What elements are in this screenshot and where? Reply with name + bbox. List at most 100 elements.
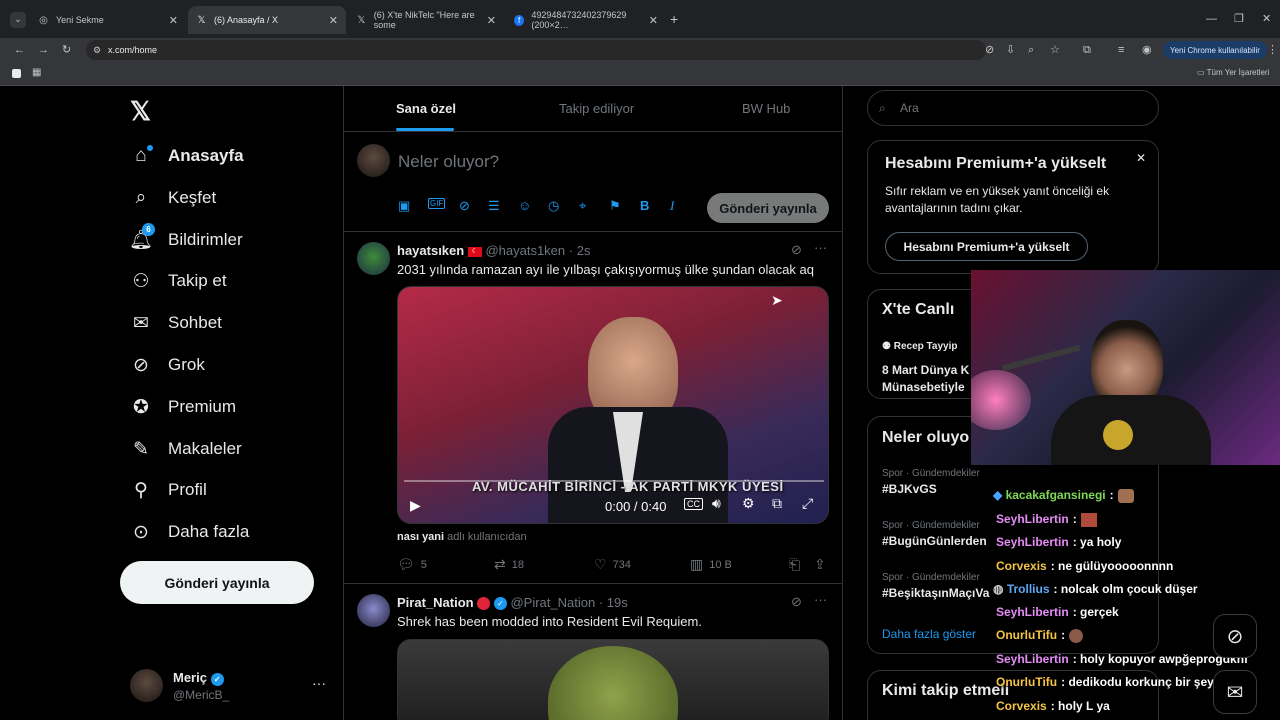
new-tab-icon[interactable]: +: [670, 12, 678, 26]
nav-follow[interactable]: ⚇ Takip et: [130, 266, 226, 296]
tab-x-home[interactable]: 𝕏 (6) Anasayfa / X ✕: [188, 6, 346, 34]
x-logo-icon[interactable]: 𝕏: [130, 96, 151, 127]
italic-icon[interactable]: I: [670, 198, 674, 214]
media-icon[interactable]: ≡: [1118, 43, 1124, 57]
close-icon[interactable]: ✕: [1136, 151, 1146, 165]
install-icon[interactable]: ⇩: [1006, 43, 1015, 57]
nav-profile[interactable]: ⚲ Profil: [130, 475, 207, 505]
more-dots-icon[interactable]: ···: [312, 675, 326, 691]
restore-icon[interactable]: ❐: [1234, 12, 1244, 26]
grok-icon[interactable]: ⊘: [459, 198, 470, 214]
apps-grid-icon[interactable]: ▦: [32, 66, 41, 80]
grok-icon[interactable]: ⊘: [791, 594, 802, 610]
nav-grok[interactable]: ⊘ Grok: [130, 350, 205, 380]
site-info-icon[interactable]: ⚙: [93, 43, 101, 57]
tweet[interactable]: Pirat_Nation ✓ @Pirat_Nation · 19s ⊘ ···…: [344, 584, 842, 720]
close-icon[interactable]: ✕: [649, 14, 658, 27]
reply-button[interactable]: 💬︎ 5: [397, 556, 427, 573]
forward-icon[interactable]: →: [38, 43, 49, 57]
emoji-icon[interactable]: ☺: [518, 198, 531, 213]
url-field[interactable]: ⚙ x.com/home: [86, 40, 986, 60]
image-icon[interactable]: ▣: [398, 198, 410, 214]
tweet-header: hayatsıken ☾ @hayats1ken · 2s: [397, 243, 590, 258]
post-button[interactable]: Gönderi yayınla: [120, 561, 314, 604]
all-bookmarks[interactable]: ▭ Tüm Yer İşaretleri: [1197, 68, 1269, 77]
live-host[interactable]: ⚉ Recep Tayyip: [882, 341, 957, 352]
volume-icon[interactable]: 🔊︎: [712, 495, 721, 512]
share-button[interactable]: ⇪: [814, 556, 832, 573]
tab-following[interactable]: Takip ediliyor: [559, 101, 634, 116]
captions-icon[interactable]: CC: [684, 498, 703, 510]
live-line-1[interactable]: 8 Mart Dünya K: [882, 363, 969, 377]
schedule-icon[interactable]: ◷: [548, 198, 559, 214]
live-line-2[interactable]: Münasebetiyle: [882, 380, 965, 394]
play-icon[interactable]: ▶: [410, 497, 421, 514]
close-icon[interactable]: ✕: [329, 14, 338, 27]
tweet-time[interactable]: · 19s: [599, 595, 628, 610]
menu-dots-icon[interactable]: ⋮: [1267, 43, 1278, 57]
tweet-time[interactable]: · 2s: [569, 243, 591, 258]
avatar[interactable]: [357, 242, 390, 275]
reload-icon[interactable]: ↻: [62, 43, 71, 57]
trends-more-link[interactable]: Daha fazla göster: [882, 627, 976, 641]
tab-bw-hub[interactable]: BW Hub: [742, 101, 790, 116]
window-close-icon[interactable]: ✕: [1262, 12, 1271, 26]
video-progress-track[interactable]: [404, 480, 824, 482]
tab-x-post[interactable]: 𝕏 (6) X'te NikTelc "Here are some ✕: [348, 6, 504, 34]
tweet-image[interactable]: [397, 639, 829, 720]
composer-post-button[interactable]: Gönderi yayınla: [707, 193, 829, 223]
tab-search-icon[interactable]: ⌄: [10, 12, 26, 28]
video-player[interactable]: AV. MÜCAHİT BİRİNCİ - AK PARTİ MKYK ÜYES…: [397, 286, 829, 524]
close-icon[interactable]: ✕: [169, 14, 178, 27]
grok-fab[interactable]: ⊘: [1213, 614, 1257, 658]
account-handle: @MericB_: [173, 688, 230, 702]
profile-icon[interactable]: ◉: [1142, 43, 1152, 57]
tab-new[interactable]: ◎ Yeni Sekme ✕: [30, 6, 186, 34]
more-dots-icon[interactable]: ···: [814, 240, 827, 255]
like-button[interactable]: ♡ 734: [594, 556, 631, 573]
nav-home[interactable]: ⌂ Anasayfa: [130, 141, 244, 171]
views-button[interactable]: ▥ 10 B: [690, 556, 732, 573]
poll-icon[interactable]: ☰: [488, 198, 500, 214]
nav-notifications[interactable]: 🔔︎ 6 Bildirimler: [129, 223, 243, 255]
nav-more[interactable]: ⊙ Daha fazla: [130, 517, 249, 547]
picture-in-picture-icon[interactable]: ⧉: [772, 495, 782, 512]
author-handle[interactable]: @hayats1ken: [485, 243, 565, 258]
bold-icon[interactable]: B: [640, 198, 649, 213]
location-icon[interactable]: ⌖: [579, 198, 586, 214]
nav-explore[interactable]: ⌕ Keşfet: [130, 183, 217, 213]
messages-fab[interactable]: ✉: [1213, 670, 1257, 714]
tab-for-you[interactable]: Sana özel: [396, 101, 456, 116]
zoom-icon[interactable]: ⌕: [1028, 43, 1034, 57]
premium-upgrade-button[interactable]: Hesabını Premium+'a yükselt: [885, 232, 1088, 261]
fullscreen-icon[interactable]: ⤢: [802, 495, 813, 512]
eye-off-icon[interactable]: ⊘: [985, 43, 994, 57]
bookmark-star-icon[interactable]: ☆: [1050, 43, 1060, 57]
account-switcher[interactable]: Meriç ✓ @MericB_ ···: [130, 669, 330, 705]
attribution[interactable]: nası yani adlı kullanıcıdan: [397, 531, 527, 543]
repost-button[interactable]: ⇄ 18: [494, 556, 524, 573]
author-name[interactable]: Pirat_Nation: [397, 595, 474, 610]
nav-premium[interactable]: ✪ Premium: [130, 392, 236, 422]
composer-input[interactable]: Neler oluyor?: [398, 152, 499, 172]
tweet[interactable]: hayatsıken ☾ @hayats1ken · 2s ⊘ ··· 2031…: [344, 232, 842, 584]
back-icon[interactable]: ←: [14, 43, 25, 57]
tab-image[interactable]: f 4929484732402379629 (200×2… ✕: [506, 6, 666, 34]
close-icon[interactable]: ✕: [487, 14, 496, 27]
more-dots-icon[interactable]: ···: [814, 592, 827, 607]
bookmark-button[interactable]: ⎗: [789, 556, 806, 573]
search-input[interactable]: ⌕ Ara: [867, 90, 1159, 126]
settings-icon[interactable]: ⚙: [742, 495, 755, 512]
extensions-icon[interactable]: ⧉: [1083, 43, 1091, 57]
grok-icon[interactable]: ⊘: [791, 242, 802, 258]
avatar[interactable]: [357, 594, 390, 627]
nav-articles[interactable]: ✎ Makaleler: [130, 434, 242, 464]
checkbox-icon[interactable]: [12, 69, 21, 78]
flag-icon[interactable]: ⚑: [609, 198, 621, 214]
chrome-update-button[interactable]: Yeni Chrome kullanılabilir: [1163, 41, 1267, 59]
minimize-icon[interactable]: —: [1206, 12, 1217, 26]
nav-chat[interactable]: ✉ Sohbet: [130, 308, 222, 338]
gif-icon[interactable]: GIF: [428, 198, 446, 209]
author-name[interactable]: hayatsıken: [397, 243, 464, 258]
author-handle[interactable]: @Pirat_Nation: [510, 595, 595, 610]
